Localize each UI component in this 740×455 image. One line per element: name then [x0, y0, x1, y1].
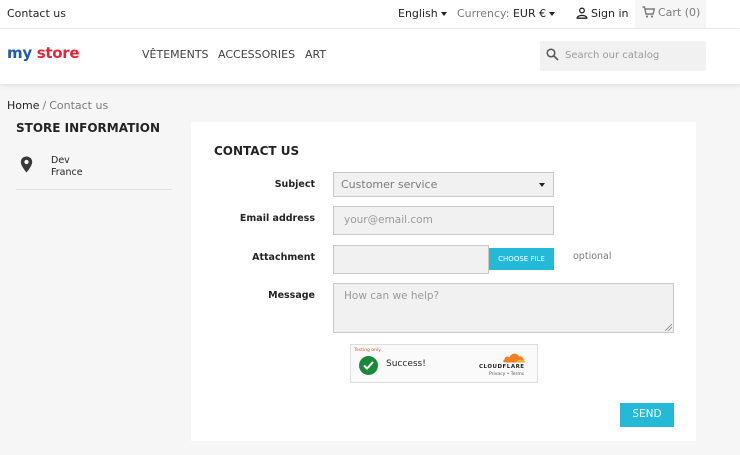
- site-header: my store VÊTEMENTS ACCESSORIES ART Searc…: [0, 29, 740, 84]
- logo-part-my: my: [7, 44, 32, 62]
- page-title: CONTACT US: [214, 144, 300, 158]
- optional-hint: optional: [573, 251, 612, 262]
- cloudflare-icon: [503, 353, 526, 363]
- chevron-down-icon: [549, 12, 556, 16]
- captcha-links[interactable]: Privacy • Terms: [489, 372, 524, 377]
- chevron-down-icon: [440, 12, 447, 16]
- cart-icon: [642, 6, 655, 18]
- top-bar: Contact us English Currency: EUR € Sign …: [0, 0, 740, 29]
- store-country: France: [51, 167, 83, 178]
- store-name: Dev: [51, 155, 70, 166]
- search-box[interactable]: Search our catalog: [540, 41, 706, 71]
- nav-item-art[interactable]: ART: [305, 48, 326, 61]
- nav-item-accessories[interactable]: ACCESSORIES: [218, 48, 295, 61]
- currency-label: Currency:: [457, 7, 510, 20]
- chevron-down-icon: [539, 183, 545, 187]
- email-label: Email address: [239, 213, 315, 224]
- resize-handle-icon[interactable]: [665, 324, 672, 331]
- map-pin-icon: [20, 156, 33, 173]
- logo-part-store: store: [36, 44, 80, 62]
- subject-select[interactable]: Customer service: [333, 172, 554, 197]
- message-textarea[interactable]: How can we help?: [333, 283, 674, 333]
- cloudflare-brand: CLOUDFLARE: [479, 364, 525, 370]
- breadcrumb-home[interactable]: Home: [7, 99, 39, 112]
- sign-in-label: Sign in: [591, 7, 629, 20]
- nav-item-vetements[interactable]: VÊTEMENTS: [142, 48, 209, 61]
- currency-selector[interactable]: Currency: EUR €: [457, 7, 556, 20]
- captcha-testing-note: Testing only.: [354, 348, 382, 353]
- breadcrumb: Home / Contact us: [7, 99, 108, 112]
- store-logo[interactable]: my store: [7, 44, 80, 62]
- subject-value: Customer service: [341, 178, 438, 191]
- subject-label: Subject: [274, 179, 315, 190]
- check-icon: [359, 356, 378, 375]
- choose-file-button[interactable]: CHOOSE FILE: [489, 248, 554, 270]
- send-button[interactable]: SEND: [620, 403, 674, 427]
- captcha-status: Success!: [386, 359, 426, 369]
- cart-label: Cart (0): [658, 6, 701, 19]
- attachment-field[interactable]: [333, 245, 489, 274]
- store-info-title: STORE INFORMATION: [16, 121, 160, 135]
- breadcrumb-separator: /: [42, 99, 47, 112]
- divider: [16, 189, 172, 190]
- message-placeholder: How can we help?: [344, 290, 440, 302]
- captcha-widget[interactable]: Testing only. Success! CLOUDFLARE Privac…: [350, 344, 538, 383]
- sign-in-link[interactable]: Sign in: [576, 7, 629, 20]
- attachment-label: Attachment: [252, 252, 315, 263]
- user-icon: [576, 7, 588, 19]
- search-icon: [546, 48, 559, 61]
- contact-form-card: [191, 122, 696, 441]
- search-input[interactable]: Search our catalog: [565, 50, 659, 61]
- contact-us-link[interactable]: Contact us: [7, 7, 66, 20]
- language-label: English: [398, 7, 438, 20]
- message-label: Message: [268, 290, 315, 301]
- breadcrumb-current: Contact us: [49, 99, 109, 112]
- language-selector[interactable]: English: [398, 7, 447, 20]
- cart-button[interactable]: Cart (0): [635, 0, 706, 28]
- currency-value: EUR €: [512, 7, 547, 20]
- email-field[interactable]: your@email.com: [333, 206, 554, 235]
